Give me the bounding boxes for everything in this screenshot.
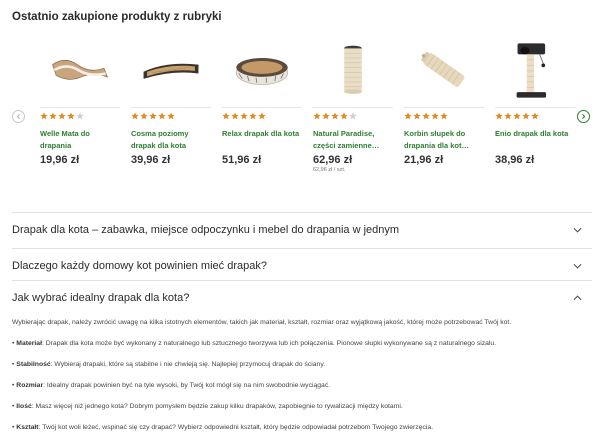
- star-icon: [331, 112, 339, 120]
- round-scratcher-image[interactable]: [222, 36, 302, 104]
- answer-bullet: • Materiał: Drapak dla kota może być wyk…: [12, 340, 497, 347]
- star-icon: [522, 112, 530, 120]
- product-name-link[interactable]: Relax drapak dla kota: [222, 128, 302, 151]
- product-price: 21,96 zł: [404, 154, 444, 166]
- bullet-term: Ilość: [16, 403, 32, 410]
- divider: [131, 107, 211, 108]
- divider: [313, 107, 393, 108]
- faq-question[interactable]: Dlaczego każdy domowy kot powinien mieć …: [12, 260, 267, 272]
- product-name-link[interactable]: Korbin słupek do drapania dla kot…: [404, 128, 484, 151]
- product-card[interactable]: Enio drapak dla kota 38,96 zł: [495, 36, 575, 166]
- bullet-term: Rozmiar: [16, 382, 44, 389]
- star-icon: [440, 112, 448, 120]
- star-icon: [40, 112, 48, 120]
- bullet-text: : Wybieraj drapaki, które są stabilne i …: [50, 361, 326, 368]
- faq-item[interactable]: Dlaczego każdy domowy kot powinien mieć …: [12, 248, 592, 284]
- product-card[interactable]: Korbin słupek do drapania dla kot… 21,96…: [404, 36, 484, 166]
- star-icon: [422, 112, 430, 120]
- sisal-post-image[interactable]: [313, 36, 393, 104]
- bullet-term: Stabilność: [16, 361, 51, 368]
- product-price: 39,96 zł: [131, 154, 171, 166]
- star-icon: [258, 112, 266, 120]
- section-title: Ostatnio zakupione produkty z rubryki: [12, 11, 222, 23]
- star-icon: [240, 112, 248, 120]
- unit-price: 62,96 zł / szt.: [313, 167, 346, 173]
- sisal-roll-image[interactable]: [404, 36, 484, 104]
- divider: [495, 107, 575, 108]
- star-icon: [76, 112, 84, 120]
- bullet-term: Materiał: [16, 340, 42, 347]
- star-icon: [49, 112, 57, 120]
- product-name-link[interactable]: Welle Mata do drapania: [40, 128, 120, 151]
- faq-item-expanded[interactable]: Jak wybrać idealny drapak dla kota?: [12, 280, 592, 316]
- chevron-left-icon: [16, 114, 20, 119]
- star-icon: [231, 112, 239, 120]
- faq-item[interactable]: Drapak dla kota – zabawka, miejsce odpoc…: [12, 212, 592, 248]
- answer-bullet: • Ilość: Masz więcej niż jednego kota? D…: [12, 403, 403, 410]
- product-price: 62,96 zł: [313, 154, 353, 166]
- rating-stars: [222, 112, 302, 121]
- carousel-prev-button[interactable]: [12, 110, 25, 123]
- star-icon: [149, 112, 157, 120]
- rating-stars: [131, 112, 211, 121]
- wave-scratcher-image[interactable]: [40, 36, 120, 104]
- faq-answer: Wybierając drapak, należy zwrócić uwagę …: [12, 318, 592, 432]
- bullet-text: : Drapak dla kota może być wykonany z na…: [41, 340, 497, 347]
- star-icon: [431, 112, 439, 120]
- chevron-right-icon: [582, 114, 586, 119]
- faq-question[interactable]: Jak wybrać idealny drapak dla kota?: [12, 292, 189, 304]
- star-icon: [495, 112, 503, 120]
- flat-scratcher-image[interactable]: [131, 36, 211, 104]
- answer-bullet: • Rozmiar: Idealny drapak powinien być n…: [12, 382, 331, 389]
- carousel-next-button[interactable]: [577, 110, 590, 123]
- star-icon: [158, 112, 166, 120]
- product-carousel: Welle Mata do drapania 19,96 zł Cosma po…: [0, 36, 600, 186]
- star-icon: [349, 112, 357, 120]
- rating-stars: [495, 112, 575, 121]
- divider: [222, 107, 302, 108]
- product-price: 51,96 zł: [222, 154, 262, 166]
- star-icon: [167, 112, 175, 120]
- star-icon: [249, 112, 257, 120]
- star-icon: [222, 112, 230, 120]
- product-card[interactable]: Relax drapak dla kota 51,96 zł: [222, 36, 302, 166]
- star-icon: [404, 112, 412, 120]
- bullet-text: : Twój kot woli leżeć, wspinać się czy d…: [38, 424, 434, 431]
- chevron-down-icon[interactable]: [573, 263, 582, 269]
- bullet-term: Kształt: [16, 424, 39, 431]
- product-card[interactable]: Welle Mata do drapania 19,96 zł: [40, 36, 120, 166]
- rating-stars: [40, 112, 120, 121]
- chevron-up-icon[interactable]: [573, 295, 582, 301]
- star-icon: [340, 112, 348, 120]
- product-name-link[interactable]: Cosma poziomy drapak dla kota: [131, 128, 211, 151]
- product-price: 19,96 zł: [40, 154, 80, 166]
- cat-tree-image[interactable]: [495, 36, 575, 104]
- star-icon: [67, 112, 75, 120]
- answer-intro: Wybierając drapak, należy zwrócić uwagę …: [12, 319, 512, 326]
- rating-stars: [313, 112, 393, 121]
- chevron-down-icon[interactable]: [573, 227, 582, 233]
- divider: [404, 107, 484, 108]
- answer-bullet: • Stabilność: Wybieraj drapaki, które są…: [12, 361, 326, 368]
- faq-question[interactable]: Drapak dla kota – zabawka, miejsce odpoc…: [12, 224, 399, 236]
- star-icon: [531, 112, 539, 120]
- product-name-link[interactable]: Enio drapak dla kota: [495, 128, 575, 151]
- star-icon: [58, 112, 66, 120]
- rating-stars: [404, 112, 484, 121]
- bullet-text: : Idealny drapak powinien być na tyle wy…: [43, 382, 331, 389]
- star-icon: [140, 112, 148, 120]
- divider: [40, 107, 120, 108]
- star-icon: [313, 112, 321, 120]
- product-card[interactable]: Natural Paradise, części zamienne… 62,96…: [313, 36, 393, 173]
- star-icon: [513, 112, 521, 120]
- answer-bullet: • Kształt: Twój kot woli leżeć, wspinać …: [12, 424, 434, 431]
- star-icon: [504, 112, 512, 120]
- star-icon: [131, 112, 139, 120]
- product-price: 38,96 zł: [495, 154, 535, 166]
- star-icon: [413, 112, 421, 120]
- product-name-link[interactable]: Natural Paradise, części zamienne…: [313, 128, 393, 151]
- star-icon: [322, 112, 330, 120]
- bullet-text: : Masz więcej niż jednego kota? Dobrym p…: [31, 403, 403, 410]
- product-card[interactable]: Cosma poziomy drapak dla kota 39,96 zł: [131, 36, 211, 166]
